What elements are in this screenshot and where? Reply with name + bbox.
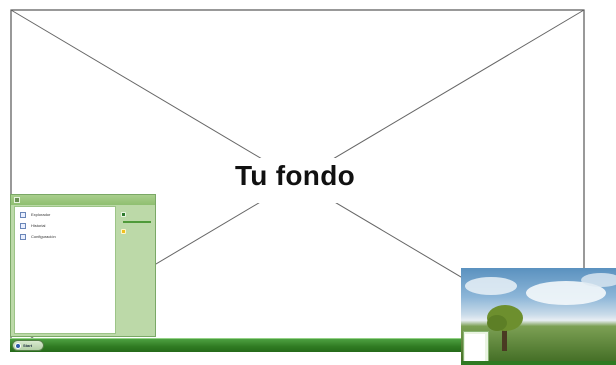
menu-separator <box>123 221 151 223</box>
desktop: Tu fondo Explorador Historial Configurac… <box>0 0 616 365</box>
settings-icon <box>20 233 26 240</box>
menu-item-historial[interactable]: Historial <box>15 220 115 231</box>
start-menu-places <box>119 206 155 334</box>
menu-place-computer[interactable] <box>119 209 155 219</box>
menu-item-label: Explorador <box>31 212 51 217</box>
wallpaper-label: Tu fondo <box>234 160 356 191</box>
start-menu: Explorador Historial Configuración <box>10 194 156 337</box>
preview-taskbar <box>461 361 616 365</box>
taskbar: Start <box>10 338 472 352</box>
computer-icon <box>121 211 126 217</box>
user-avatar-icon <box>14 197 20 203</box>
star-icon <box>121 228 126 234</box>
start-menu-programs: Explorador Historial Configuración <box>14 206 116 334</box>
tree-canopy <box>487 315 507 331</box>
menu-item-explorador[interactable]: Explorador <box>15 209 115 220</box>
start-button-label: Start <box>23 343 33 348</box>
folder-icon <box>20 211 26 218</box>
menu-item-label: Historial <box>31 223 46 228</box>
wallpaper-preview-thumbnail[interactable] <box>461 268 616 365</box>
cloud <box>465 277 517 295</box>
history-icon <box>20 222 26 229</box>
menu-item-configuracion[interactable]: Configuración <box>15 231 115 242</box>
start-button[interactable]: Start <box>12 340 44 351</box>
start-menu-header <box>11 195 155 205</box>
menu-item-label: Configuración <box>31 234 56 239</box>
preview-start-menu <box>463 331 489 364</box>
start-orb-icon <box>15 342 21 349</box>
menu-place-favorites[interactable] <box>119 226 155 236</box>
